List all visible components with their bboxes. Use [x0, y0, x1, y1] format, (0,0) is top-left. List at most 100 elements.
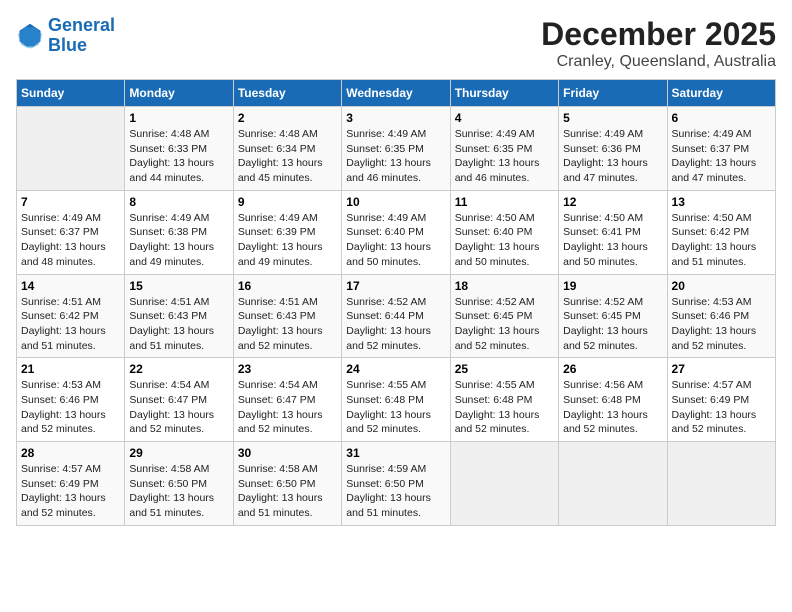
weekday-header-sunday: Sunday — [17, 80, 125, 107]
day-number: 24 — [346, 362, 445, 376]
logo-line2: Blue — [48, 35, 87, 55]
calendar-week-row: 1Sunrise: 4:48 AMSunset: 6:33 PMDaylight… — [17, 107, 776, 191]
day-number: 14 — [21, 279, 120, 293]
day-info: Sunrise: 4:48 AMSunset: 6:33 PMDaylight:… — [129, 127, 228, 186]
day-number: 22 — [129, 362, 228, 376]
calendar-cell: 5 Sunrise: 4:49 AMSunset: 6:36 PMDaylight… — [559, 107, 667, 191]
page-header: General Blue December 2025 Cranley, Quee… — [16, 16, 776, 71]
calendar-cell: 17 Sunrise: 4:52 AMSunset: 6:44 PMDayligh… — [342, 274, 450, 358]
calendar-cell: 4 Sunrise: 4:49 AMSunset: 6:35 PMDaylight… — [450, 107, 558, 191]
day-number: 18 — [455, 279, 554, 293]
day-number: 17 — [346, 279, 445, 293]
day-info: Sunrise: 4:48 AMSunset: 6:34 PMDaylight:… — [238, 127, 337, 186]
calendar-cell: 16 Sunrise: 4:51 AMSunset: 6:43 PMDayligh… — [233, 274, 341, 358]
calendar-cell: 9Sunrise: 4:49 AMSunset: 6:39 PMDaylight… — [233, 190, 341, 274]
calendar-cell: 29 Sunrise: 4:58 AMSunset: 6:50 PMDayligh… — [125, 442, 233, 526]
calendar-cell: 18 Sunrise: 4:52 AMSunset: 6:45 PMDayligh… — [450, 274, 558, 358]
calendar-cell: 6Sunrise: 4:49 AMSunset: 6:37 PMDaylight… — [667, 107, 775, 191]
day-info: Sunrise: 4:53 AMSunset: 6:46 PMDaylight:… — [21, 378, 120, 437]
calendar-week-row: 21Sunrise: 4:53 AMSunset: 6:46 PMDayligh… — [17, 358, 776, 442]
calendar-cell: 30Sunrise: 4:58 AMSunset: 6:50 PMDayligh… — [233, 442, 341, 526]
day-number: 2 — [238, 111, 337, 125]
calendar-cell: 11 Sunrise: 4:50 AMSunset: 6:40 PMDayligh… — [450, 190, 558, 274]
day-number: 13 — [672, 195, 771, 209]
calendar-table: SundayMondayTuesdayWednesdayThursdayFrid… — [16, 79, 776, 526]
day-number: 4 — [455, 111, 554, 125]
day-number: 20 — [672, 279, 771, 293]
location-title: Cranley, Queensland, Australia — [541, 53, 776, 71]
day-info: Sunrise: 4:55 AMSunset: 6:48 PMDaylight:… — [346, 378, 445, 437]
day-number: 23 — [238, 362, 337, 376]
day-info: Sunrise: 4:51 AMSunset: 6:43 PMDaylight:… — [238, 295, 337, 354]
day-number: 31 — [346, 446, 445, 460]
day-info: Sunrise: 4:49 AMSunset: 6:38 PMDaylight:… — [129, 211, 228, 270]
calendar-cell: 10 Sunrise: 4:49 AMSunset: 6:40 PMDayligh… — [342, 190, 450, 274]
calendar-cell — [450, 442, 558, 526]
day-number: 9 — [238, 195, 337, 209]
calendar-week-row: 7Sunrise: 4:49 AMSunset: 6:37 PMDaylight… — [17, 190, 776, 274]
weekday-header-thursday: Thursday — [450, 80, 558, 107]
day-info: Sunrise: 4:58 AMSunset: 6:50 PMDaylight:… — [238, 462, 337, 521]
weekday-header-monday: Monday — [125, 80, 233, 107]
day-info: Sunrise: 4:50 AMSunset: 6:40 PMDaylight:… — [455, 211, 554, 270]
day-number: 16 — [238, 279, 337, 293]
calendar-cell — [667, 442, 775, 526]
day-info: Sunrise: 4:54 AMSunset: 6:47 PMDaylight:… — [238, 378, 337, 437]
weekday-header-saturday: Saturday — [667, 80, 775, 107]
day-info: Sunrise: 4:51 AMSunset: 6:43 PMDaylight:… — [129, 295, 228, 354]
calendar-cell: 15 Sunrise: 4:51 AMSunset: 6:43 PMDayligh… — [125, 274, 233, 358]
day-info: Sunrise: 4:57 AMSunset: 6:49 PMDaylight:… — [21, 462, 120, 521]
logo-line1: General — [48, 15, 115, 35]
day-number: 19 — [563, 279, 662, 293]
day-info: Sunrise: 4:51 AMSunset: 6:42 PMDaylight:… — [21, 295, 120, 354]
calendar-cell: 2 Sunrise: 4:48 AMSunset: 6:34 PMDaylight… — [233, 107, 341, 191]
calendar-cell: 22Sunrise: 4:54 AMSunset: 6:47 PMDayligh… — [125, 358, 233, 442]
calendar-cell: 26 Sunrise: 4:56 AMSunset: 6:48 PMDayligh… — [559, 358, 667, 442]
calendar-cell: 23 Sunrise: 4:54 AMSunset: 6:47 PMDayligh… — [233, 358, 341, 442]
calendar-cell: 8Sunrise: 4:49 AMSunset: 6:38 PMDaylight… — [125, 190, 233, 274]
day-info: Sunrise: 4:57 AMSunset: 6:49 PMDaylight:… — [672, 378, 771, 437]
calendar-cell: 3Sunrise: 4:49 AMSunset: 6:35 PMDaylight… — [342, 107, 450, 191]
day-number: 11 — [455, 195, 554, 209]
calendar-cell: 12Sunrise: 4:50 AMSunset: 6:41 PMDayligh… — [559, 190, 667, 274]
calendar-cell: 28 Sunrise: 4:57 AMSunset: 6:49 PMDayligh… — [17, 442, 125, 526]
day-info: Sunrise: 4:49 AMSunset: 6:36 PMDaylight:… — [563, 127, 662, 186]
day-info: Sunrise: 4:53 AMSunset: 6:46 PMDaylight:… — [672, 295, 771, 354]
day-info: Sunrise: 4:52 AMSunset: 6:45 PMDaylight:… — [455, 295, 554, 354]
day-number: 26 — [563, 362, 662, 376]
logo-icon — [16, 22, 44, 50]
calendar-cell — [559, 442, 667, 526]
calendar-cell: 21Sunrise: 4:53 AMSunset: 6:46 PMDayligh… — [17, 358, 125, 442]
calendar-cell: 25 Sunrise: 4:55 AMSunset: 6:48 PMDayligh… — [450, 358, 558, 442]
day-info: Sunrise: 4:49 AMSunset: 6:37 PMDaylight:… — [672, 127, 771, 186]
calendar-cell: 19 Sunrise: 4:52 AMSunset: 6:45 PMDayligh… — [559, 274, 667, 358]
day-number: 15 — [129, 279, 228, 293]
day-info: Sunrise: 4:55 AMSunset: 6:48 PMDaylight:… — [455, 378, 554, 437]
day-info: Sunrise: 4:56 AMSunset: 6:48 PMDaylight:… — [563, 378, 662, 437]
day-number: 29 — [129, 446, 228, 460]
day-info: Sunrise: 4:52 AMSunset: 6:45 PMDaylight:… — [563, 295, 662, 354]
day-info: Sunrise: 4:58 AMSunset: 6:50 PMDaylight:… — [129, 462, 228, 521]
calendar-week-row: 14 Sunrise: 4:51 AMSunset: 6:42 PMDayligh… — [17, 274, 776, 358]
day-number: 27 — [672, 362, 771, 376]
day-info: Sunrise: 4:49 AMSunset: 6:35 PMDaylight:… — [346, 127, 445, 186]
day-info: Sunrise: 4:49 AMSunset: 6:35 PMDaylight:… — [455, 127, 554, 186]
calendar-cell: 7Sunrise: 4:49 AMSunset: 6:37 PMDaylight… — [17, 190, 125, 274]
weekday-header-tuesday: Tuesday — [233, 80, 341, 107]
calendar-cell: 13Sunrise: 4:50 AMSunset: 6:42 PMDayligh… — [667, 190, 775, 274]
day-info: Sunrise: 4:49 AMSunset: 6:40 PMDaylight:… — [346, 211, 445, 270]
day-info: Sunrise: 4:52 AMSunset: 6:44 PMDaylight:… — [346, 295, 445, 354]
calendar-cell: 20 Sunrise: 4:53 AMSunset: 6:46 PMDayligh… — [667, 274, 775, 358]
weekday-header-row: SundayMondayTuesdayWednesdayThursdayFrid… — [17, 80, 776, 107]
calendar-cell: 24 Sunrise: 4:55 AMSunset: 6:48 PMDayligh… — [342, 358, 450, 442]
day-number: 28 — [21, 446, 120, 460]
day-number: 10 — [346, 195, 445, 209]
calendar-cell: 27 Sunrise: 4:57 AMSunset: 6:49 PMDayligh… — [667, 358, 775, 442]
day-number: 25 — [455, 362, 554, 376]
logo-text: General Blue — [48, 16, 115, 56]
logo: General Blue — [16, 16, 115, 56]
day-number: 5 — [563, 111, 662, 125]
calendar-cell: 31Sunrise: 4:59 AMSunset: 6:50 PMDayligh… — [342, 442, 450, 526]
calendar-week-row: 28 Sunrise: 4:57 AMSunset: 6:49 PMDayligh… — [17, 442, 776, 526]
title-area: December 2025 Cranley, Queensland, Austr… — [541, 16, 776, 71]
